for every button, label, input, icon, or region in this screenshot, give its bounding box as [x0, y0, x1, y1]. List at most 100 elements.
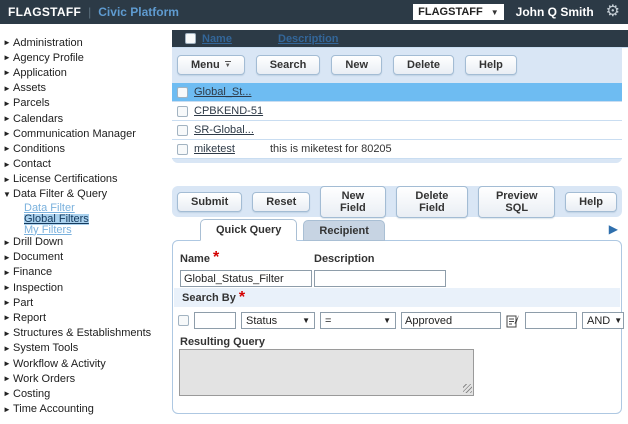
search-by-label: Search By [182, 292, 236, 304]
resulting-query-wrap [179, 349, 474, 396]
form-help-button[interactable]: Help [565, 192, 617, 212]
sidebar-item-administration[interactable]: ►Administration [3, 35, 170, 50]
sidebar-item-communication-manager[interactable]: ►Communication Manager [3, 126, 170, 141]
chevron-right-icon: ► [3, 268, 13, 277]
table-row[interactable]: miketest this is miketest for 80205 [172, 140, 622, 159]
tab-scroll-right-icon[interactable]: ▶ [609, 222, 618, 236]
new-field-button[interactable]: New Field [320, 186, 385, 218]
new-button[interactable]: New [331, 55, 382, 75]
chevron-right-icon: ► [3, 99, 13, 108]
sidebar-item-license-certifications[interactable]: ►License Certifications [3, 172, 170, 187]
column-header-name[interactable]: Name [202, 33, 232, 45]
preview-sql-button[interactable]: Preview SQL [478, 186, 555, 218]
lookup-icon[interactable] [506, 314, 520, 328]
product-title: Civic Platform [98, 5, 179, 19]
sidebar-item-application[interactable]: ►Application [3, 65, 170, 80]
sidebar-item-data-filter-query[interactable]: ▼Data Filter & Query [3, 187, 170, 202]
reset-button[interactable]: Reset [252, 192, 310, 212]
sidebar-item-costing[interactable]: ►Costing [3, 386, 170, 401]
top-header: FLAGSTAFF | Civic Platform FLAGSTAFF ▼ J… [0, 0, 628, 24]
sidebar-item-document[interactable]: ►Document [3, 250, 170, 265]
chevron-down-icon: ▼ [3, 190, 13, 199]
logic-select-value: AND [587, 315, 610, 327]
required-marker: * [239, 289, 245, 307]
row-checkbox[interactable] [177, 144, 188, 155]
sidebar-item-system-tools[interactable]: ►System Tools [3, 341, 170, 356]
list-toolbar: Menu▼ Search New Delete Help [172, 55, 622, 83]
resize-handle[interactable] [463, 384, 472, 393]
submit-button[interactable]: Submit [177, 192, 242, 212]
resulting-query-textarea[interactable] [179, 349, 474, 396]
tab-recipient[interactable]: Recipient [303, 220, 385, 241]
sidebar-item-parcels[interactable]: ►Parcels [3, 96, 170, 111]
chevron-right-icon: ► [3, 84, 13, 93]
chevron-right-icon: ► [3, 374, 13, 383]
delete-button[interactable]: Delete [393, 55, 454, 75]
table-row[interactable]: Global_St... [172, 83, 622, 102]
sidebar-item-conditions[interactable]: ►Conditions [3, 141, 170, 156]
search-by-section-header: Search By* [174, 288, 620, 307]
sidebar-item-workflow-activity[interactable]: ►Workflow & Activity [3, 356, 170, 371]
chevron-down-icon: ▼ [383, 316, 391, 325]
chevron-right-icon: ► [3, 129, 13, 138]
operator-select-value: = [325, 315, 331, 327]
description-field[interactable] [314, 270, 446, 287]
chevron-right-icon: ► [3, 68, 13, 77]
row-checkbox[interactable] [177, 87, 188, 98]
search-criteria-row: Status ▼ = ▼ AND ▼ [178, 312, 624, 329]
required-marker: * [213, 249, 219, 266]
sidebar-item-calendars[interactable]: ►Calendars [3, 111, 170, 126]
sidebar-item-agency-profile[interactable]: ►Agency Profile [3, 50, 170, 65]
row-checkbox[interactable] [177, 106, 188, 117]
description-field-group: Description [314, 249, 446, 287]
criteria-checkbox[interactable] [178, 315, 189, 326]
delete-field-button[interactable]: Delete Field [396, 186, 469, 218]
search-button[interactable]: Search [256, 55, 321, 75]
sidebar-subitem-my-filters[interactable]: My Filters [24, 225, 72, 236]
sidebar-item-work-orders[interactable]: ►Work Orders [3, 371, 170, 386]
chevron-down-icon: ▼ [614, 316, 622, 325]
row-checkbox[interactable] [177, 125, 188, 136]
quick-query-form: Name* Description Search By* Status ▼ = … [172, 240, 622, 414]
sidebar-item-structures-establishments[interactable]: ►Structures & Establishments [3, 326, 170, 341]
chevron-right-icon: ► [3, 175, 13, 184]
tab-quick-query[interactable]: Quick Query [200, 219, 297, 241]
table-row[interactable]: CPBKEND-51 [172, 102, 622, 121]
sidebar-item-part[interactable]: ►Part [3, 295, 170, 310]
menu-button[interactable]: Menu▼ [177, 55, 245, 75]
sidebar-item-finance[interactable]: ►Finance [3, 265, 170, 280]
sidebar-item-contact[interactable]: ►Contact [3, 157, 170, 172]
select-all-checkbox[interactable] [185, 33, 196, 44]
chevron-right-icon: ► [3, 238, 13, 247]
chevron-right-icon: ► [3, 114, 13, 123]
criteria-extra-input[interactable] [525, 312, 577, 329]
sidebar-item-inspection[interactable]: ►Inspection [3, 280, 170, 295]
filter-name-link[interactable]: miketest [194, 143, 235, 155]
filter-name-link[interactable]: Global_St... [194, 86, 251, 98]
chevron-right-icon: ► [3, 313, 13, 322]
table-row[interactable]: SR-Global... [172, 121, 622, 140]
filter-name-link[interactable]: CPBKEND-51 [194, 105, 263, 117]
criteria-value-input[interactable] [401, 312, 501, 329]
chevron-right-icon: ► [3, 144, 13, 153]
form-toolbar: Submit Reset New Field Delete Field Prev… [172, 186, 622, 217]
sidebar-item-drill-down[interactable]: ►Drill Down [3, 234, 170, 249]
chevron-right-icon: ► [3, 53, 13, 62]
chevron-down-icon: ▼ [302, 316, 310, 325]
help-button[interactable]: Help [465, 55, 517, 75]
gear-icon[interactable]: ⚙ [606, 4, 620, 20]
column-header-description[interactable]: Description [278, 33, 339, 45]
logic-select[interactable]: AND ▼ [582, 312, 624, 329]
field-select[interactable]: Status ▼ [241, 312, 315, 329]
sidebar-item-time-accounting[interactable]: ►Time Accounting [3, 402, 170, 417]
criteria-left-input[interactable] [194, 312, 236, 329]
name-field[interactable] [180, 270, 312, 287]
operator-select[interactable]: = ▼ [320, 312, 396, 329]
resulting-query-label: Resulting Query [180, 336, 265, 348]
filter-name-link[interactable]: SR-Global... [194, 124, 254, 136]
name-field-group: Name* [180, 249, 312, 287]
sidebar-item-report[interactable]: ►Report [3, 310, 170, 325]
sidebar-item-assets[interactable]: ►Assets [3, 81, 170, 96]
chevron-right-icon: ► [3, 283, 13, 292]
agency-dropdown[interactable]: FLAGSTAFF ▼ [413, 4, 503, 20]
